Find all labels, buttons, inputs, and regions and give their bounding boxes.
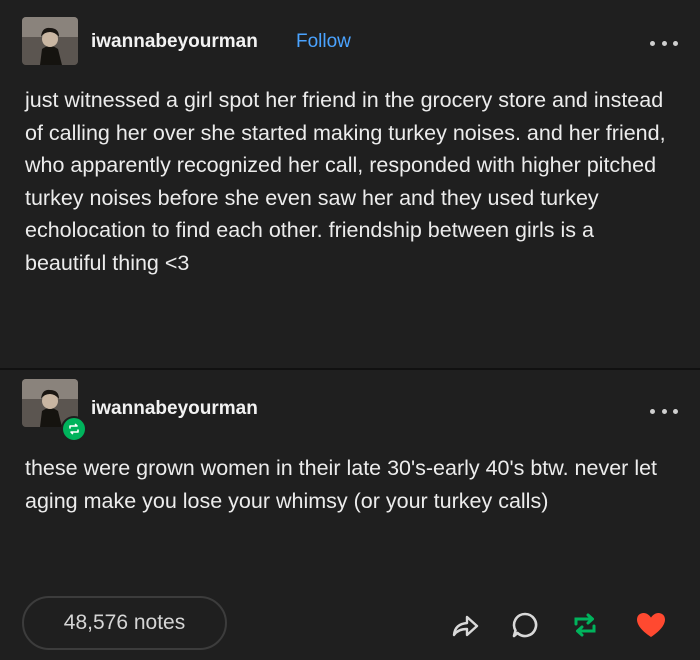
profile-photo-icon [22,17,78,65]
reply-icon [512,612,538,638]
like-button[interactable] [634,608,668,642]
reply-button[interactable] [508,608,542,642]
heart-icon [637,613,665,637]
share-button[interactable] [448,608,482,642]
post-body: just witnessed a girl spot her friend in… [25,88,666,275]
more-options-icon[interactable] [650,407,678,415]
post-actions [448,608,678,642]
reblog-badge-icon [61,416,87,442]
reblog-post: iwannabeyourman these were grown women i… [0,370,700,660]
reblog-body: these were grown women in their late 30'… [25,456,658,513]
avatar[interactable] [22,17,78,65]
reblog-username[interactable]: iwannabeyourman [91,398,258,420]
reblog-button[interactable] [568,608,602,642]
more-options-icon[interactable] [650,39,678,47]
original-post: iwannabeyourman Follow just witnessed a … [0,0,700,368]
share-icon [452,615,479,637]
notes-count-button[interactable]: 48,576 notes [22,596,227,650]
post-username[interactable]: iwannabeyourman [91,31,258,53]
follow-button[interactable]: Follow [296,31,351,53]
reblog-icon [574,613,596,637]
